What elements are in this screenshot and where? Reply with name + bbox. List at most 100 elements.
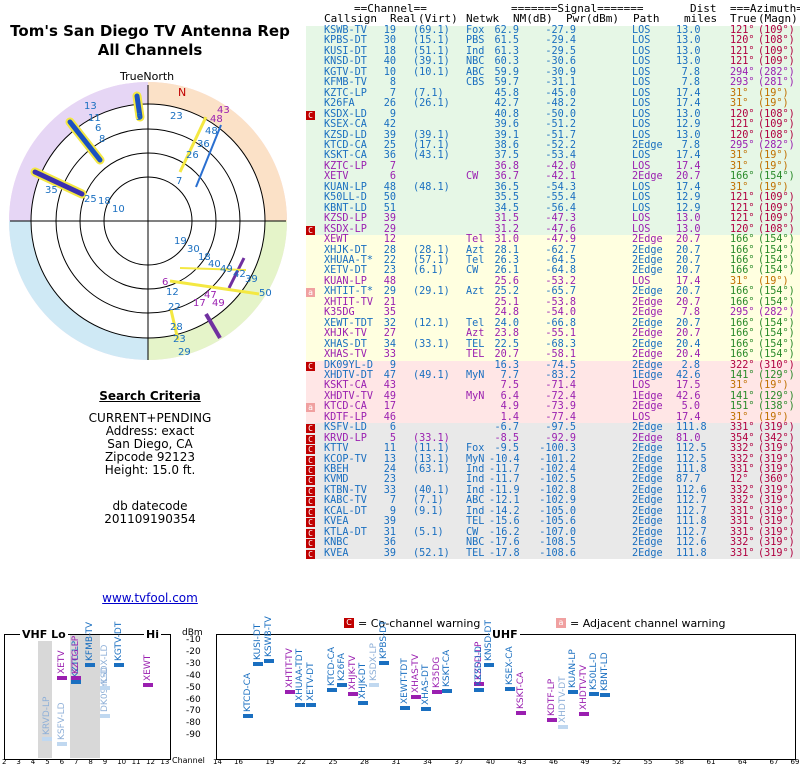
dbm-tick: -80 — [186, 718, 201, 729]
channel-tick: 4 — [30, 758, 36, 766]
cell-nm: 20.7 — [494, 349, 519, 361]
co-channel-warning-badge: C — [306, 539, 315, 549]
svg-text:13: 13 — [84, 101, 97, 112]
col-netwk: Netwk — [466, 12, 500, 25]
cell-path: 2Edge — [632, 547, 663, 559]
station-marker — [368, 683, 379, 688]
cell-true: 332° — [730, 443, 755, 455]
adjacent-channel-warning-badge: a — [306, 288, 315, 298]
cell-virt: (5.1) — [413, 526, 444, 538]
table-header: ==Channel== =======Signal======= Dist ==… — [306, 3, 800, 26]
channel-tick: 16 — [234, 758, 243, 766]
cell-true: 166° — [730, 234, 755, 246]
co-channel-warning-badge: C — [306, 528, 315, 538]
adjacent-channel-warning-badge: a — [306, 403, 315, 413]
co-channel-warning-badge: C — [306, 466, 315, 476]
cell-virt: (33.1) — [413, 338, 450, 350]
station-marker — [473, 687, 484, 692]
channel-tick: 61 — [706, 758, 716, 766]
svg-text:29: 29 — [178, 347, 191, 358]
cell-true: 121° — [730, 119, 755, 131]
cell-net: TEL — [466, 349, 485, 361]
svg-text:10: 10 — [112, 204, 125, 215]
table-body: KSWB-TV 19 (69.1) Fox 62.9 -27.9 LOS 13.0 121° (1… — [306, 25, 800, 560]
criteria-heading: Search Criteria — [99, 389, 201, 403]
cell-path: 2Edge — [632, 443, 663, 455]
channel-tick: 8 — [88, 758, 93, 766]
station-label: K50LL-D — [589, 652, 599, 690]
cell-real: 39 — [383, 547, 396, 559]
cell-virt: (48.1) — [413, 181, 450, 193]
svg-text:50: 50 — [259, 288, 272, 299]
channel-tick: 14 — [213, 758, 222, 766]
cell-virt: (52.1) — [413, 547, 450, 559]
cell-net: Tel — [466, 234, 485, 246]
svg-text:36: 36 — [197, 139, 210, 150]
cell-pwr: -108.6 — [539, 547, 576, 559]
channel-tick: 37 — [454, 758, 464, 766]
cell-mag: (319°) — [758, 547, 795, 559]
co-channel-mark: C — [344, 618, 354, 628]
station-marker — [242, 714, 253, 719]
station-label: XHAS-TV — [410, 654, 421, 694]
station-marker — [42, 736, 53, 741]
cell-mi: 12.9 — [676, 119, 701, 131]
station-marker — [547, 717, 557, 722]
station-label: XETV-DT — [305, 662, 316, 702]
station-label: K26FA — [337, 653, 347, 682]
cell-path: LOS — [632, 119, 651, 131]
cell-nm: -9.5 — [494, 443, 519, 455]
table-row: KSEX-CA 42 39.6 -51.2 LOS 12.9 121° (109°) — [306, 119, 800, 131]
co-channel-warning-badge: C — [306, 497, 315, 507]
channel-tick: 7 — [74, 758, 79, 766]
cell-mag: (154°) — [758, 349, 795, 361]
channel-tick: 10 — [117, 758, 127, 766]
cell-nm: 31.0 — [494, 234, 519, 246]
station-label: XHJK-TV — [347, 654, 358, 690]
station-marker — [337, 683, 347, 688]
channel-tick: 13 — [160, 758, 170, 766]
spectrum-panel: VHF Lo Hi dBm -10 -20 -30 -40 -50 -60 -70 -80 -9… — [0, 617, 800, 768]
cell-real: 11 — [383, 443, 396, 455]
table-row: XEWT 12 Tel 31.0 -47.9 2Edge 20.7 166° (154°) — [306, 234, 800, 246]
channel-tick: 34 — [423, 758, 432, 766]
table-row: C KTTV 11 (11.1) Fox -9.5 -100.3 2Edge 112.5 332°… — [306, 443, 800, 455]
tvfool-link[interactable]: www.tvfool.com — [0, 591, 300, 605]
cell-mag: (109°) — [758, 119, 795, 131]
station-label: K35DG — [431, 657, 442, 689]
station-label: XHJK-DT — [358, 662, 368, 700]
adjacent-channel-mark: a — [556, 618, 566, 628]
station-label: XHAS-DT — [421, 664, 431, 706]
station-label: KTCD-CA — [326, 646, 337, 686]
channel-tick: 43 — [517, 758, 527, 766]
station-marker — [484, 662, 494, 667]
station-marker — [284, 690, 295, 695]
station-marker — [295, 703, 305, 708]
db-datecode-value: 201109190354 — [104, 512, 196, 526]
cell-mag: (154°) — [758, 234, 795, 246]
radar-plot: N 5 23 13 11 6 8 35 25 18 10 43 48 48 36… — [9, 82, 287, 360]
station-label: KSKT-CA — [442, 649, 452, 688]
station-table: ==Channel== =======Signal======= Dist ==… — [306, 3, 800, 560]
co-channel-warning-badge: C — [306, 486, 315, 496]
channel-tick: 2 — [2, 758, 7, 766]
station-marker — [379, 660, 389, 665]
station-label: XEWT-TDT — [400, 658, 410, 704]
station-label: KGTV-DT — [114, 621, 125, 661]
vhf-hi-label: Hi — [144, 628, 161, 641]
channel-tick: 25 — [328, 758, 338, 766]
cell-virt: (63.1) — [413, 464, 450, 476]
channel-tick: 58 — [675, 758, 684, 766]
station-label: XETV — [56, 650, 67, 675]
channel-tick: 28 — [360, 758, 369, 766]
channel-tick: 12 — [146, 758, 155, 766]
radar-north-marker: N — [178, 86, 186, 99]
channel-label: Channel — [172, 756, 205, 765]
station-marker — [71, 679, 81, 684]
cell-path: 2Edge — [632, 349, 663, 361]
svg-text:22: 22 — [168, 302, 181, 313]
cell-pwr: -100.3 — [539, 443, 576, 455]
cell-net: CBS — [466, 77, 485, 89]
channel-tick: 19 — [265, 758, 275, 766]
cell-net: MyN — [466, 390, 485, 402]
